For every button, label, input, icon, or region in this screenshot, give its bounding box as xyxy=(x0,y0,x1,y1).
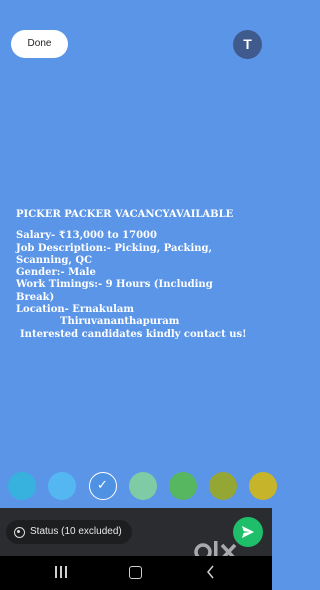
system-nav-bar xyxy=(0,556,272,590)
done-button[interactable]: Done xyxy=(11,30,68,58)
post-line-gender: Gender:- Male xyxy=(16,267,96,279)
color-swatch[interactable] xyxy=(249,472,277,500)
post-line-location: Location- Ernakulam xyxy=(16,304,134,316)
color-swatch[interactable] xyxy=(48,472,76,500)
post-line-job: Job Description:- Picking, Packing, xyxy=(16,242,213,254)
status-privacy-button[interactable]: Status (10 excluded) xyxy=(6,520,132,544)
post-line-location-cont: Thiruvananthapuram xyxy=(60,316,180,328)
post-title: PICKER PACKER VACANCYAVAILABLE xyxy=(16,209,234,220)
status-text[interactable]: PICKER PACKER VACANCYAVAILABLE Salary- ₹… xyxy=(16,209,266,341)
status-privacy-label: Status (10 excluded) xyxy=(30,526,122,537)
back-nav-button[interactable] xyxy=(205,565,217,579)
post-line-salary: Salary- ₹13,000 to 17000 xyxy=(16,230,157,242)
status-editor-screen: Done T PICKER PACKER VACANCYAVAILABLE Sa… xyxy=(0,0,277,590)
post-line-contact: Interested candidates kindly contact us! xyxy=(20,328,247,340)
color-swatch[interactable] xyxy=(8,472,36,500)
color-swatch-selected[interactable]: ✓ xyxy=(89,472,117,500)
post-line-timings: Work Timings:- 9 Hours (Including xyxy=(16,279,213,291)
color-swatch[interactable] xyxy=(169,472,197,500)
post-line-job-cont: Scanning, QC xyxy=(16,254,93,266)
check-icon: ✓ xyxy=(97,478,108,493)
status-ring-icon xyxy=(14,526,25,538)
recents-nav-button[interactable] xyxy=(55,566,67,578)
color-palette: ✓ xyxy=(0,472,277,504)
post-spacer xyxy=(16,221,266,230)
avatar[interactable]: T xyxy=(233,30,262,59)
color-swatch[interactable] xyxy=(129,472,157,500)
home-nav-button[interactable] xyxy=(129,566,142,579)
post-line-timings-cont: Break) xyxy=(16,291,55,303)
color-swatch[interactable] xyxy=(209,472,237,500)
